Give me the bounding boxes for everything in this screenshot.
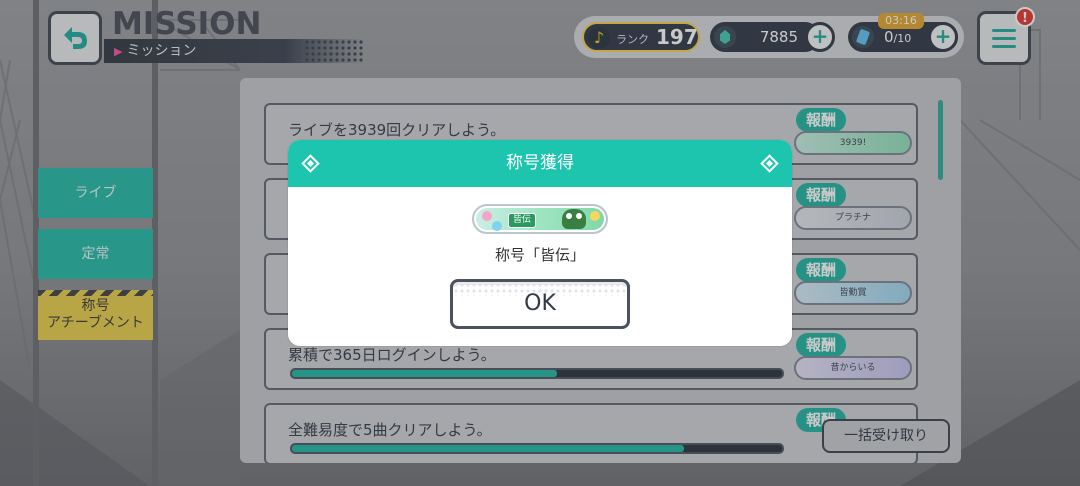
dialog-message: 称号「皆伝」 — [494, 246, 585, 264]
title-acquired-dialog: 称号獲得 皆伝 称号「皆伝」 OK — [288, 140, 792, 346]
flower-icon — [492, 221, 502, 231]
badge-label: 皆伝 — [508, 213, 537, 228]
diamond-icon — [301, 154, 320, 173]
diamond-icon — [760, 154, 779, 173]
title-badge: 皆伝 — [472, 204, 608, 234]
ok-button-label: OK — [524, 291, 556, 316]
character-icon — [562, 209, 586, 229]
flower-icon — [482, 211, 492, 221]
flower-icon — [590, 211, 600, 221]
ok-button[interactable]: OK — [450, 279, 630, 329]
dialog-header: 称号獲得 — [288, 140, 792, 187]
dialog-title: 称号獲得 — [506, 153, 574, 173]
